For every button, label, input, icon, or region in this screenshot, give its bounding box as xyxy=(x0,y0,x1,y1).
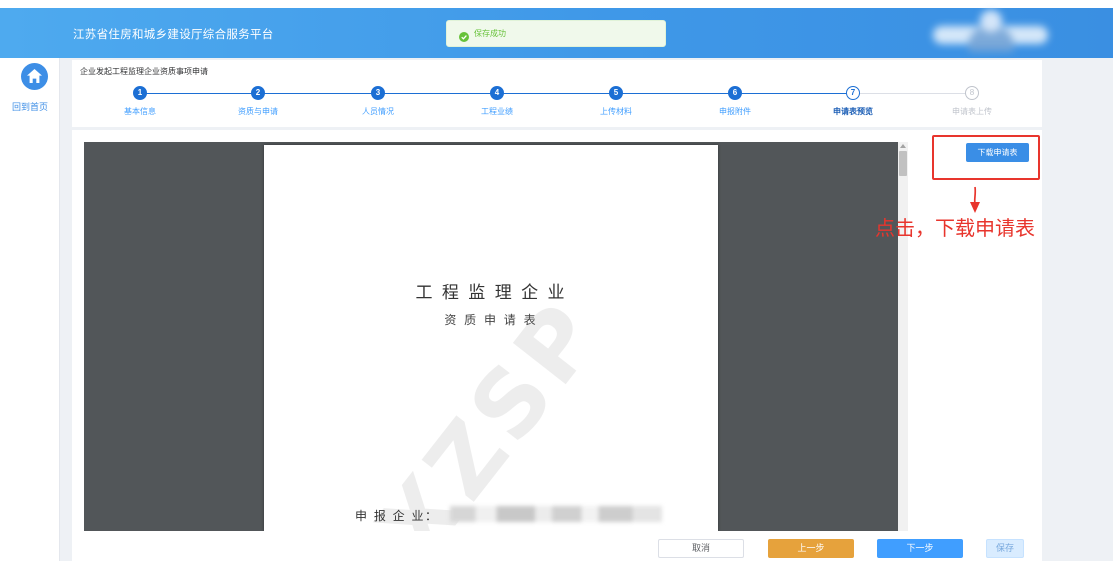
step-personnel: 3 人员情况 xyxy=(338,86,418,120)
success-toast: 保存成功 xyxy=(446,20,666,47)
step-number: 2 xyxy=(251,86,265,100)
step-number: 4 xyxy=(490,86,504,100)
sidebar: 回到首页 xyxy=(0,58,60,561)
download-form-button[interactable]: 下载申请表 xyxy=(966,143,1029,162)
step-number: 8 xyxy=(965,86,979,100)
user-avatar[interactable] xyxy=(928,8,1053,52)
step-label: 上传材料 xyxy=(600,107,632,116)
home-button[interactable]: 回到首页 xyxy=(0,58,60,118)
top-header-bar: 江苏省住房和城乡建设厅综合服务平台 保存成功 xyxy=(0,8,1113,58)
step-label: 人员情况 xyxy=(362,107,394,116)
step-label: 申请表上传 xyxy=(952,107,992,116)
step-label: 资质与申请 xyxy=(238,107,278,116)
step-label: 工程业绩 xyxy=(481,107,513,116)
step-basic-info: 1 基本信息 xyxy=(100,86,180,120)
steps-panel: 企业发起工程监理企业资质事项申请 1 基本信息 2 资质与申请 3 人员情况 4… xyxy=(72,60,1042,127)
app-title: 江苏省住房和城乡建设厅综合服务平台 xyxy=(73,29,274,41)
step-qualification: 2 资质与申请 xyxy=(218,86,298,120)
step-number: 6 xyxy=(728,86,742,100)
previous-step-button[interactable]: 上一步 xyxy=(768,539,854,558)
applicant-label: 申 报 企 业： xyxy=(355,509,439,523)
applicant-name-redacted xyxy=(450,506,662,522)
step-label: 申报附件 xyxy=(719,107,751,116)
viewer-scrollbar[interactable] xyxy=(898,142,908,531)
document-subtitle: 资 质 申 请 表 xyxy=(444,313,538,327)
home-label: 回到首页 xyxy=(11,102,48,112)
save-button[interactable]: 保存 xyxy=(986,539,1024,558)
pdf-viewer[interactable]: XZSP 工 程 监 理 企 业 资 质 申 请 表 申 报 企 业： xyxy=(84,142,908,531)
step-form-upload: 8 申请表上传 xyxy=(932,86,1012,120)
breadcrumb: 企业发起工程监理企业资质事项申请 xyxy=(80,67,208,76)
scroll-up-arrow-icon[interactable] xyxy=(900,144,906,148)
step-upload-materials: 5 上传材料 xyxy=(576,86,656,120)
scrollbar-thumb[interactable] xyxy=(899,151,907,176)
step-label: 申请表预览 xyxy=(833,107,873,116)
home-icon xyxy=(21,63,48,90)
step-number: 3 xyxy=(371,86,385,100)
main-panel: XZSP 工 程 监 理 企 业 资 质 申 请 表 申 报 企 业： 下载申请… xyxy=(72,130,1042,561)
cancel-button[interactable]: 取消 xyxy=(658,539,744,558)
step-attachments: 6 申报附件 xyxy=(695,86,775,120)
step-number: 7 xyxy=(846,86,860,100)
pdf-page: XZSP 工 程 监 理 企 业 资 质 申 请 表 申 报 企 业： xyxy=(264,145,718,531)
annotation-text: 点击，下载申请表 xyxy=(875,218,1035,240)
arrow-down-icon xyxy=(970,186,980,213)
step-project-performance: 4 工程业绩 xyxy=(457,86,537,120)
check-circle-icon xyxy=(459,29,469,42)
step-number: 5 xyxy=(609,86,623,100)
step-number: 1 xyxy=(133,86,147,100)
document-title: 工 程 监 理 企 业 xyxy=(415,283,567,303)
step-label: 基本信息 xyxy=(124,107,156,116)
toast-message: 保存成功 xyxy=(474,29,506,38)
top-strip xyxy=(0,0,1113,8)
next-step-button[interactable]: 下一步 xyxy=(877,539,963,558)
step-form-preview: 7 申请表预览 xyxy=(813,86,893,120)
